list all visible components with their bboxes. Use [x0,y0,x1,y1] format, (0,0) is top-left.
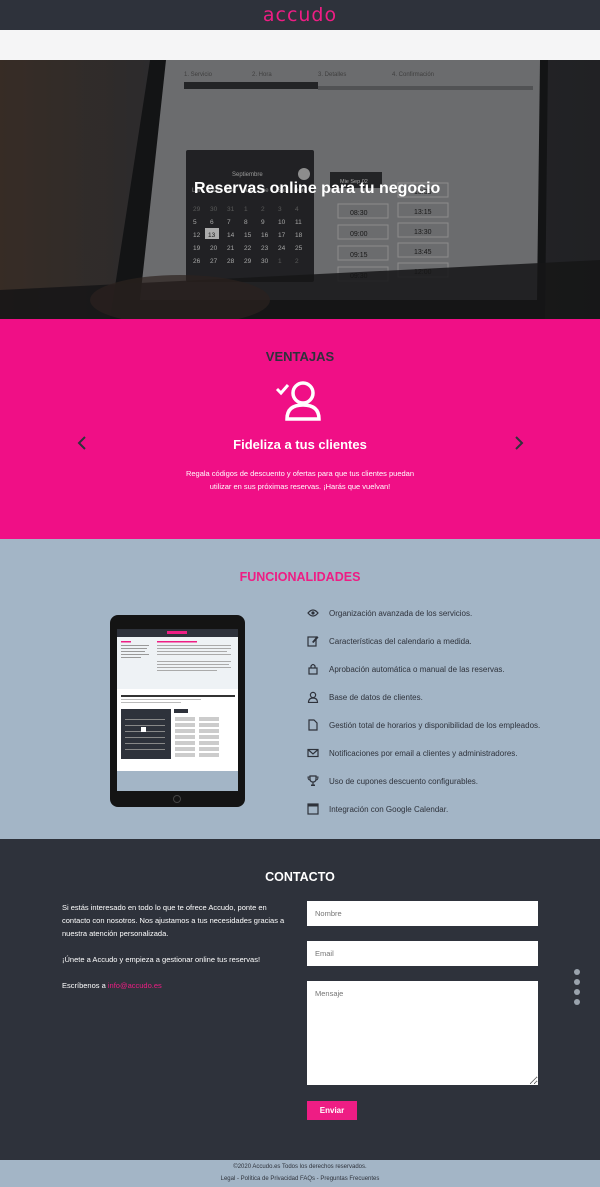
feature-item: Integración con Google Calendar. [307,795,587,823]
privacy-link[interactable]: Política de Privacidad [241,1176,299,1182]
trophy-icon [307,775,319,786]
funcionalidades-heading: FUNCIONALIDADES [239,570,361,584]
funcionalidades-section: FUNCIONALIDADES Organización avanzada de… [0,539,600,839]
feature-text: Gestión total de horarios y disponibilid… [329,720,541,730]
lock-icon [308,663,318,675]
message-field[interactable] [307,981,538,1085]
feature-text: Uso de cupones descuento configurables. [329,776,478,786]
feature-text: Base de datos de clientes. [329,692,423,702]
tablet-screen [117,629,238,791]
accudo-logo[interactable]: accudo [263,4,337,26]
contact-email-link[interactable]: info@accudo.es [108,981,162,990]
edit-icon [307,636,319,647]
feature-item: Uso de cupones descuento configurables. [307,767,587,795]
ventajas-section: VENTAJAS Fideliza a tus clientes Regala … [0,319,600,539]
contact-paragraph-2: ¡Únete a Accudo y empieza a gestionar on… [62,955,261,964]
feature-text: Características del calendario a medida. [329,636,472,646]
eye-icon [307,609,319,617]
browser-icon [307,803,319,815]
feature-item: Gestión total de horarios y disponibilid… [307,711,587,739]
header-spacer [0,30,600,60]
tablet-mockup [110,615,245,807]
nav-dot[interactable] [574,979,580,985]
name-field[interactable] [307,901,538,926]
user-check-icon [275,381,321,421]
footer-links: Legal - Política de Privacidad FAQs - Pr… [220,1176,380,1182]
file-icon [308,719,318,731]
email-field[interactable] [307,941,538,966]
contacto-section: CONTACTO Si estás interesado en todo lo … [0,839,600,1160]
top-navbar: accudo [0,0,600,30]
copyright: ©2020 Accudo.es Todos los derechos reser… [233,1164,367,1170]
features-list: Organización avanzada de los servicios. C… [307,599,587,823]
hero-section: 1. Servicio 2. Hora 3. Detalles 4. Confirma… [0,60,600,319]
tablet-home-button [173,795,181,803]
mail-icon [307,748,319,758]
feature-item: Aprobación automática o manual de las re… [307,655,587,683]
feature-item: Base de datos de clientes. [307,683,587,711]
feature-text: Integración con Google Calendar. [329,804,449,814]
slide-title: Fideliza a tus clientes [233,437,367,452]
contact-paragraph-1: Si estás interesado en todo lo que te of… [62,903,285,938]
legal-link[interactable]: Legal [221,1176,236,1182]
faqs-link[interactable]: FAQs - Preguntas Frecuentes [300,1176,379,1182]
contact-text: Si estás interesado en todo lo que te of… [62,901,297,1005]
footer: ©2020 Accudo.es Todos los derechos reser… [0,1160,600,1187]
nav-dot[interactable] [574,999,580,1005]
nav-dot[interactable] [574,969,580,975]
feature-item: Organización avanzada de los servicios. [307,599,587,627]
feature-text: Organización avanzada de los servicios. [329,608,473,618]
nav-dot[interactable] [574,989,580,995]
feature-text: Notificaciones por email a clientes y ad… [329,748,518,758]
section-nav-dots [574,969,580,1009]
feature-text: Aprobación automática o manual de las re… [329,664,505,674]
user-icon [307,691,319,703]
contacto-heading: CONTACTO [265,870,335,884]
contact-write-label: Escríbenos a [62,981,108,990]
feature-item: Características del calendario a medida. [307,627,587,655]
slide-description: Regala códigos de descuento y ofertas pa… [185,469,415,491]
ventajas-heading: VENTAJAS [265,349,335,364]
hero-title: Reservas online para tu negocio [194,180,441,197]
feature-item: Notificaciones por email a clientes y ad… [307,739,587,767]
send-button[interactable]: Enviar [307,1101,357,1120]
contact-paragraph-3: Escríbenos a info@accudo.es [62,979,297,992]
